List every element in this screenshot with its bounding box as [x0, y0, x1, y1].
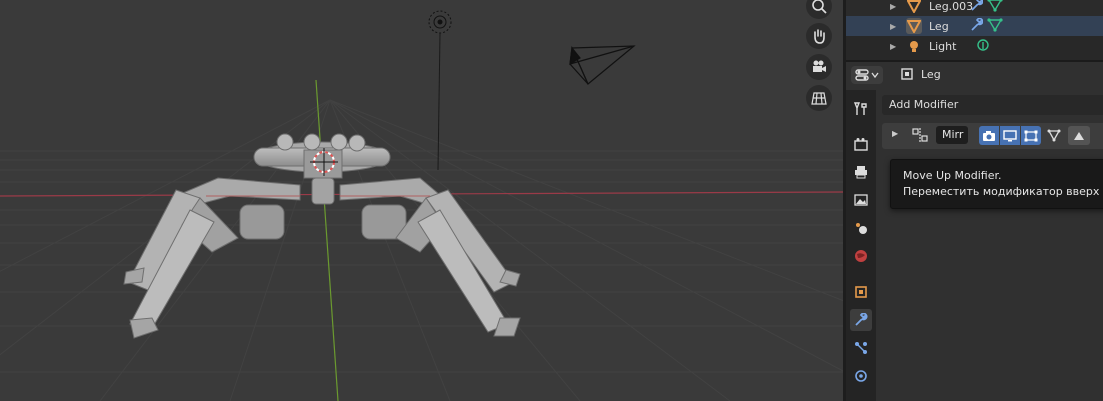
object-icon [855, 286, 867, 298]
perspective-toggle-button[interactable] [806, 85, 832, 111]
hand-icon [814, 29, 825, 44]
movie-camera-icon [813, 60, 826, 72]
outliner[interactable]: ▶ Leg.003 ▶ Leg ▶ Light [846, 0, 1103, 60]
tooltip: Move Up Modifier. Переместить модификато… [890, 159, 1103, 209]
mirror-modifier-panel[interactable]: ▶ Mirr [882, 123, 1103, 149]
edit-mode-icon [1024, 130, 1038, 141]
object-icon [900, 67, 914, 84]
camera-object[interactable] [569, 45, 636, 85]
tab-object[interactable] [850, 281, 872, 303]
show-in-viewport-toggle[interactable] [1000, 126, 1020, 145]
mesh-data-icon[interactable] [987, 0, 1003, 15]
mesh-object-icon [906, 0, 922, 14]
expand-arrow-icon[interactable]: ▶ [890, 42, 896, 51]
physics-icon [855, 370, 867, 382]
scene-icon [856, 223, 867, 234]
show-in-edit-mode-toggle[interactable] [1021, 126, 1041, 145]
tooltip-title: Move Up Modifier. [903, 169, 1002, 182]
move-up-modifier-button[interactable] [1068, 126, 1090, 145]
outliner-row-leg-003[interactable]: ▶ Leg.003 [846, 0, 1103, 16]
show-in-render-toggle[interactable] [979, 126, 999, 145]
spider-robot-mesh[interactable] [123, 133, 521, 339]
outliner-item-label: Leg [929, 19, 949, 33]
tab-particles[interactable] [850, 337, 872, 359]
camera-view-button[interactable] [806, 54, 832, 80]
tool-icon [854, 102, 867, 115]
tab-scene[interactable] [850, 217, 872, 239]
outliner-row-leg[interactable]: ▶ Leg [846, 16, 1103, 36]
triangle-up-icon [1074, 131, 1084, 140]
tab-physics[interactable] [850, 365, 872, 387]
grid-icon [811, 92, 827, 105]
vertex-triangle-icon [1047, 129, 1061, 142]
modifier-properties: Add Modifier ▶ Mirr [876, 90, 1103, 401]
camera-icon [983, 130, 995, 141]
expand-arrow-icon[interactable]: ▶ [890, 2, 896, 11]
outliner-item-label: Leg.003 [929, 0, 974, 13]
object-name-label: Leg [921, 68, 941, 81]
tooltip-description: Переместить модификатор вверх по с [903, 185, 1103, 198]
collapse-arrow-icon[interactable]: ▶ [892, 129, 898, 138]
image-icon [854, 194, 868, 206]
outliner-row-light[interactable]: ▶ Light [846, 36, 1103, 56]
editor-type-dropdown[interactable] [851, 66, 883, 84]
tab-view-layer[interactable] [850, 189, 872, 211]
modifier-name-text: Mirr [942, 128, 964, 141]
tab-world[interactable] [850, 245, 872, 267]
tab-tool[interactable] [850, 98, 872, 120]
mesh-data-icon[interactable] [987, 17, 1003, 35]
on-cage-toggle[interactable] [1044, 126, 1064, 145]
particles-icon [855, 342, 867, 354]
wrench-icon[interactable] [969, 0, 984, 15]
world-icon [855, 250, 867, 262]
monitor-icon [1003, 129, 1017, 141]
tab-output[interactable] [850, 161, 872, 183]
3d-viewport[interactable] [0, 0, 843, 401]
properties-header: Leg [846, 62, 1103, 88]
tab-modifiers[interactable] [850, 309, 872, 331]
light-object-icon [906, 38, 922, 54]
add-modifier-dropdown[interactable]: Add Modifier [882, 95, 1103, 115]
printer-icon [855, 166, 867, 179]
expand-arrow-icon[interactable]: ▶ [890, 22, 896, 31]
light-data-icon[interactable] [976, 38, 990, 55]
y-axis-line [315, 79, 339, 401]
wrench-icon[interactable] [969, 17, 984, 35]
pan-button[interactable] [806, 23, 832, 49]
tab-render[interactable] [850, 133, 872, 155]
wrench-icon [855, 313, 868, 326]
chevron-down-icon [871, 72, 879, 79]
properties-tabs [846, 90, 876, 401]
properties-editor[interactable]: Leg Add Modifier ▶ Mirr [846, 62, 1103, 401]
mesh-object-icon [906, 18, 922, 34]
properties-editor-icon [855, 69, 869, 81]
outliner-item-label: Light [929, 39, 957, 53]
modifier-name-field[interactable]: Mirr [936, 126, 968, 144]
render-icon [854, 138, 868, 151]
add-modifier-label: Add Modifier [889, 98, 959, 111]
mirror-modifier-icon [912, 127, 928, 146]
viewport-scene[interactable] [0, 0, 843, 401]
magnifier-icon [812, 0, 827, 14]
